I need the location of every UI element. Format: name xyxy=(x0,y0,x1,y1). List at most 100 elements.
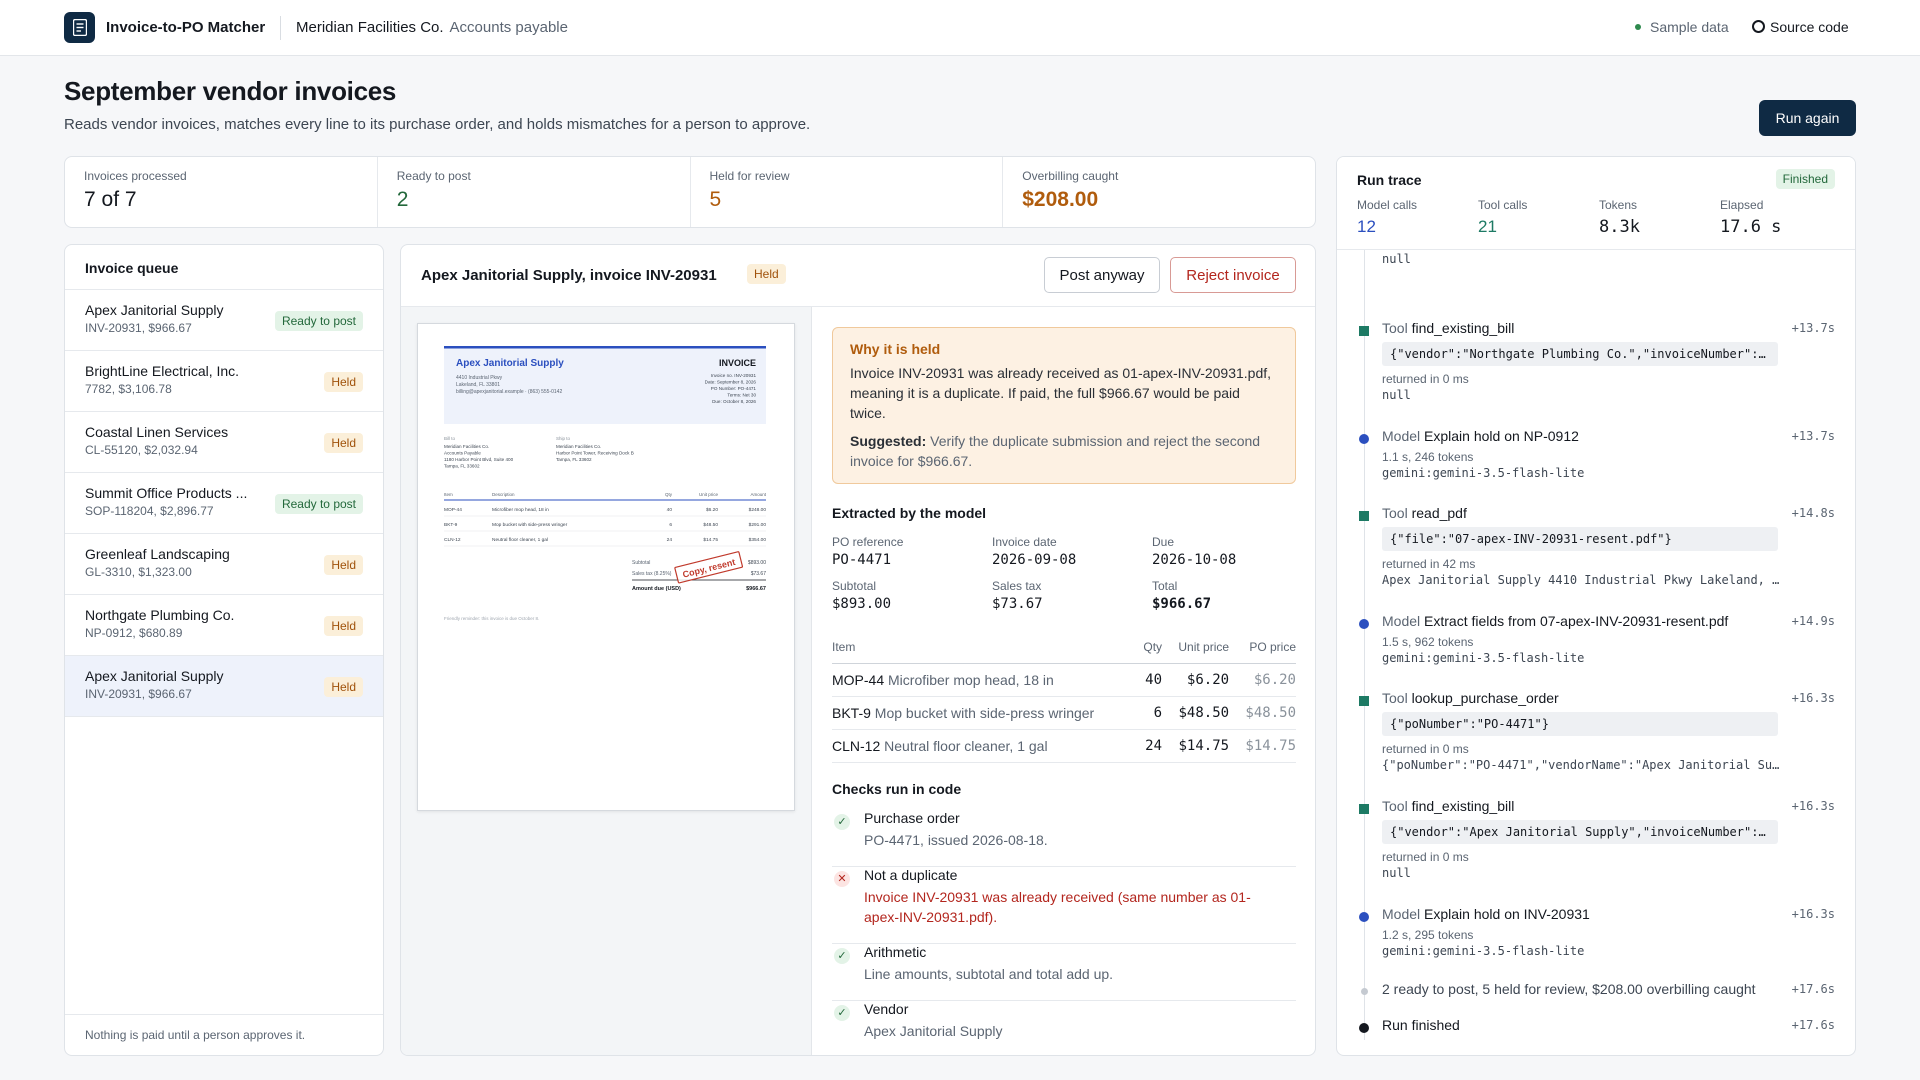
trace-event[interactable]: Model Explain hold on NP-0912 +13.7s 1.1 s… xyxy=(1337,428,1855,508)
trace-event[interactable]: Tool lookup_purchase_order +16.3s {"poNumb… xyxy=(1337,690,1855,772)
sample-data-indicator: Sample data xyxy=(1635,19,1729,35)
event-marker-icon xyxy=(1359,1023,1369,1033)
event-name: read_pdf xyxy=(1411,505,1467,521)
status-dot-icon xyxy=(1635,24,1641,30)
queue-item[interactable]: Apex Janitorial Supply INV-20931, $966.67… xyxy=(65,656,383,717)
status-badge: Held xyxy=(324,555,363,575)
invoice-document-preview[interactable]: Apex Janitorial Supply INVOICE 4410 Indu… xyxy=(417,323,795,811)
doc-meta-line: Terms: Net 30 xyxy=(727,393,756,398)
doc-table-cell: CLN-12 xyxy=(444,537,461,543)
field-label: PO reference xyxy=(832,535,904,549)
field-label: Invoice date xyxy=(992,535,1057,549)
model-marker-icon xyxy=(1359,619,1369,629)
page-description: Reads vendor invoices, matches every lin… xyxy=(64,116,811,133)
app-logo-icon xyxy=(64,12,95,43)
stat-value: 7 of 7 xyxy=(84,188,137,211)
post-anyway-button[interactable]: Post anyway xyxy=(1044,257,1160,293)
doc-subtotal-label: Subtotal xyxy=(632,560,650,566)
field-value: 2026-09-08 xyxy=(992,552,1077,568)
event-heading: 2 ready to post, 5 held for review, $208… xyxy=(1382,981,1756,997)
trace-event[interactable]: Tool read_pdf +14.8s {"file":"07-apex-INV-… xyxy=(1337,505,1855,587)
event-heading: Model Explain hold on NP-0912 xyxy=(1382,428,1579,444)
event-name: find_existing_bill xyxy=(1411,798,1515,814)
check-title: Arithmetic xyxy=(864,944,927,960)
queue-footer: Nothing is paid until a person approves … xyxy=(65,1014,383,1055)
metric-label: Model calls xyxy=(1357,198,1418,212)
status-badge: Held xyxy=(324,616,363,636)
column-header: Unit price xyxy=(1162,637,1230,664)
check-item: ✕ Not a duplicate Invoice INV-20931 was al… xyxy=(832,867,1296,944)
field-label: Subtotal xyxy=(832,579,877,593)
queue-item[interactable]: Apex Janitorial Supply INV-20931, $966.67… xyxy=(65,290,383,351)
event-detail: null xyxy=(1382,388,1411,402)
trace-events[interactable]: returned in 0 msnullTool find_existing_b… xyxy=(1337,236,1855,1055)
reject-invoice-button[interactable]: Reject invoice xyxy=(1170,257,1296,293)
check-pass-icon: ✓ xyxy=(834,1005,850,1021)
doc-column-header: Amount xyxy=(750,492,766,497)
doc-table-cell: $354.00 xyxy=(749,537,767,543)
doc-meta-line: Due: October 8, 2026 xyxy=(712,399,756,404)
tool-marker-icon xyxy=(1359,696,1369,706)
doc-table-cell: $291.00 xyxy=(749,522,767,528)
invoice-queue: Invoice queue Apex Janitorial Supply INV-… xyxy=(64,244,384,1056)
resent-stamp: Copy, resent xyxy=(674,551,744,584)
doc-column-header: Item xyxy=(444,492,453,497)
event-heading: Run finished xyxy=(1382,1017,1460,1033)
stat-invoices-processed: Invoices processed 7 of 7 xyxy=(65,157,378,227)
field-value: $73.67 xyxy=(992,596,1043,612)
trace-event[interactable]: Run finished +17.6s xyxy=(1337,1017,1855,1055)
source-code-link[interactable]: Source code xyxy=(1752,19,1849,35)
metric-value: 21 xyxy=(1478,217,1497,236)
event-time: +17.6s xyxy=(1791,1018,1835,1032)
tool-marker-icon xyxy=(1359,511,1369,521)
trace-header: Run trace Finished Model calls 12 Tool cal… xyxy=(1337,157,1855,250)
doc-table-cell: $14.75 xyxy=(703,537,718,543)
event-heading: Tool read_pdf xyxy=(1382,505,1467,521)
doc-address-line: billing@apexjanitorial.example · (863) 5… xyxy=(456,389,562,395)
po-price-cell: $14.75 xyxy=(1229,729,1296,763)
doc-tax: $73.67 xyxy=(751,571,767,577)
queue-item[interactable]: BrightLine Electrical, Inc. 7782, $3,106.… xyxy=(65,351,383,412)
doc-ship-to-line: Meridian Facilities Co. xyxy=(556,444,601,449)
check-item: ✓ Purchase order PO-4471, issued 2026-08-1… xyxy=(832,810,1296,867)
trace-event[interactable]: Model Explain hold on INV-20931 +16.3s 1.2… xyxy=(1337,906,1855,986)
review-pane: Why it is held Invoice INV-20931 was alr… xyxy=(812,307,1315,1055)
queue-title: Invoice queue xyxy=(65,245,383,290)
run-again-button[interactable]: Run again xyxy=(1759,100,1856,136)
doc-table-cell: BKT-9 xyxy=(444,522,458,528)
status-badge: Ready to post xyxy=(274,494,363,514)
trace-event[interactable]: Model Extract fields from 07-apex-INV-20… xyxy=(1337,613,1855,693)
check-description: PO-4471, issued 2026-08-18. xyxy=(864,832,1048,848)
doc-bill-to-line: 1180 Harbor Point Blvd, Suite 400 xyxy=(444,457,514,462)
queue-item[interactable]: Northgate Plumbing Co. NP-0912, $680.89 He… xyxy=(65,595,383,656)
trace-event[interactable]: Tool find_existing_bill +16.3s {"vendor":"… xyxy=(1337,798,1855,880)
queue-item-vendor: Coastal Linen Services xyxy=(85,424,229,440)
top-bar: Invoice-to-PO Matcher Meridian Facilitie… xyxy=(0,0,1920,56)
event-time: +17.6s xyxy=(1791,982,1835,996)
event-heading: Model Explain hold on INV-20931 xyxy=(1382,906,1590,922)
queue-item[interactable]: Summit Office Products ... SOP-118204, $2… xyxy=(65,473,383,534)
table-row: MOP-44 Microfiber mop head, 18 in 40 $6.20… xyxy=(832,663,1296,697)
event-time: +16.3s xyxy=(1791,907,1835,921)
event-detail: returned in 42 ms xyxy=(1382,557,1476,571)
held-explanation: Invoice INV-20931 was already received a… xyxy=(850,365,1272,421)
field-label: Sales tax xyxy=(992,579,1042,593)
queue-item-meta: NP-0912, $680.89 xyxy=(85,626,183,640)
queue-item-meta: 7782, $3,106.78 xyxy=(85,382,172,396)
metric-label: Tool calls xyxy=(1478,198,1528,212)
doc-meta-line: PO Number: PO-4471 xyxy=(711,386,757,391)
held-reason-box: Why it is held Invoice INV-20931 was alr… xyxy=(832,327,1296,484)
table-row: BKT-9 Mop bucket with side-press wringer… xyxy=(832,696,1296,730)
doc-table-cell: $6.20 xyxy=(706,507,718,513)
stat-value: $208.00 xyxy=(1022,188,1099,211)
queue-item[interactable]: Coastal Linen Services CL-55120, $2,032.9… xyxy=(65,412,383,473)
event-kind: Tool xyxy=(1382,320,1408,336)
check-description: Apex Janitorial Supply xyxy=(864,1023,1003,1039)
unit-price-cell: $6.20 xyxy=(1162,663,1230,697)
line-items-table: Item Qty Unit price PO price MOP-44 Micr… xyxy=(832,637,1296,763)
event-name: lookup_purchase_order xyxy=(1411,690,1559,706)
trace-event[interactable]: Tool find_existing_bill +13.7s {"vendor":"… xyxy=(1337,320,1855,402)
doc-ship-to: Meridian Facilities Co. Harbor Point Towe… xyxy=(556,444,634,462)
queue-item[interactable]: Greenleaf Landscaping GL-3310, $1,323.00 H… xyxy=(65,534,383,595)
sample-data-label: Sample data xyxy=(1650,19,1729,35)
